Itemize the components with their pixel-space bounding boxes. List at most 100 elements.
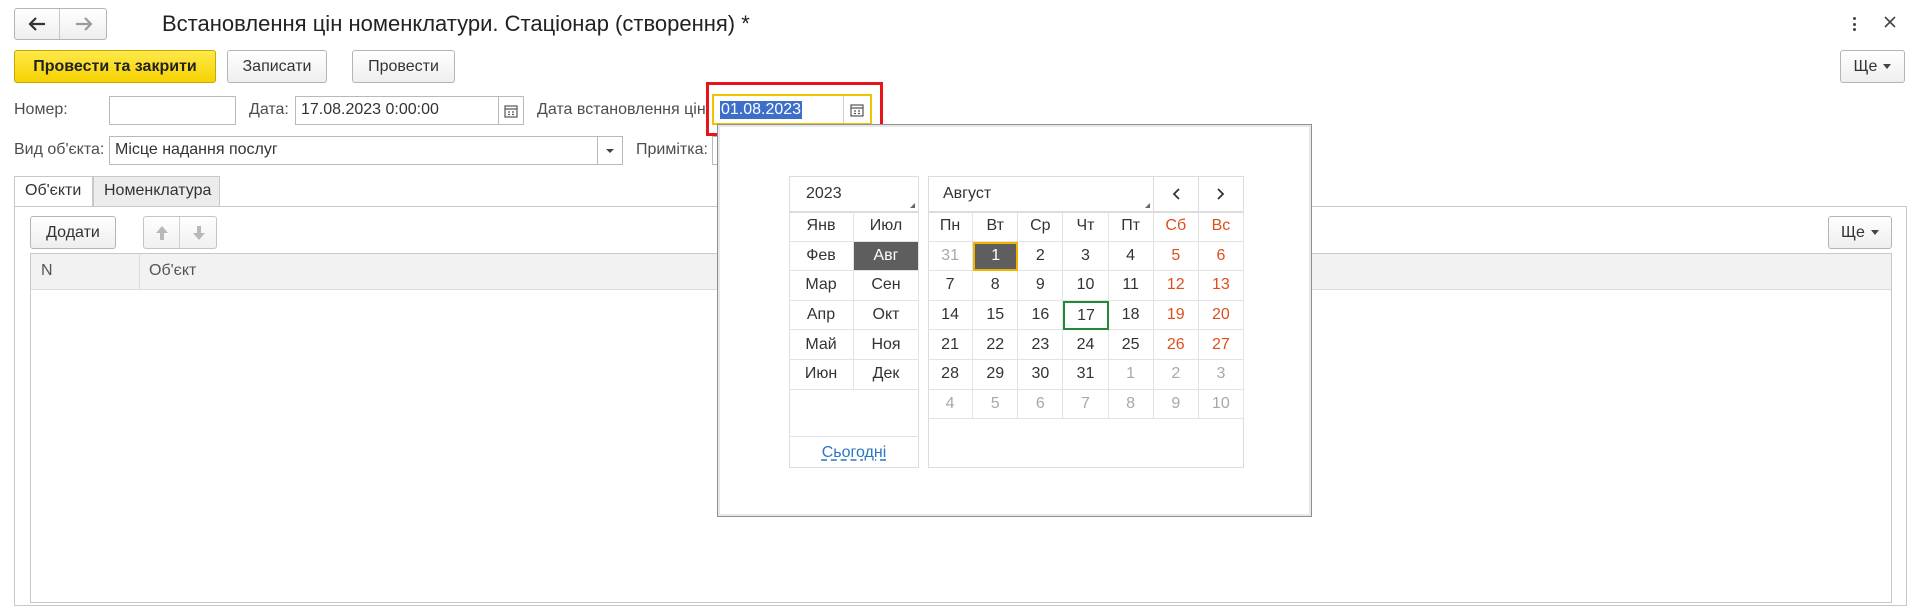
more-label: Ще (1841, 223, 1865, 241)
arrow-up-icon (155, 225, 168, 240)
post-and-close-button[interactable]: Провести та закрити (14, 50, 216, 83)
day-cell[interactable]: 1 (1108, 360, 1154, 390)
day-cell[interactable]: 26 (1153, 330, 1199, 360)
number-label: Номер: (14, 101, 68, 118)
number-field[interactable] (109, 96, 236, 125)
day-cell[interactable]: 27 (1198, 330, 1244, 360)
date-calendar-button[interactable] (498, 96, 524, 125)
month-item[interactable]: Май (789, 330, 854, 360)
day-cell[interactable]: 6 (1018, 389, 1064, 420)
day-cell[interactable]: 13 (1198, 271, 1244, 301)
month-item[interactable]: Мар (789, 271, 854, 301)
kebab-icon[interactable] (1850, 14, 1858, 34)
day-cell[interactable]: 20 (1198, 300, 1244, 331)
object-type-dropdown-button[interactable] (597, 136, 623, 165)
day-cell[interactable]: 8 (1108, 389, 1154, 420)
today-link[interactable]: Сьогодні (789, 436, 919, 468)
year-value: 2023 (806, 185, 842, 202)
date-label: Дата: (249, 101, 289, 118)
calendar-popup: 2023 Сьогодні Август Янв Фев Мар Апр Май Июн И… (717, 124, 1312, 517)
day-cell[interactable]: 5 (973, 389, 1019, 420)
day-cell[interactable]: 9 (1018, 271, 1064, 301)
day-cell[interactable]: 22 (973, 330, 1019, 360)
day-cell[interactable]: 14 (928, 300, 974, 331)
day-cell[interactable]: 30 (1018, 360, 1064, 390)
more-button-table[interactable]: Ще (1828, 216, 1892, 249)
arrow-right-icon (75, 17, 93, 31)
month-item[interactable]: Окт (854, 300, 919, 331)
month-item[interactable]: Ноя (854, 330, 919, 360)
weekday-label: Ср (1018, 212, 1064, 242)
day-cell[interactable]: 31 (928, 241, 974, 272)
day-cell[interactable]: 19 (1153, 300, 1199, 331)
column-header-object[interactable]: Об'єкт (149, 262, 196, 280)
day-cell[interactable]: 9 (1153, 389, 1199, 420)
note-label: Примітка: (636, 141, 708, 158)
tab-objects[interactable]: Об'єкти (14, 176, 93, 207)
chevron-down-icon (1883, 64, 1892, 69)
day-cell[interactable]: 6 (1198, 241, 1244, 272)
tab-nomenclature[interactable]: Номенклатура (93, 176, 220, 206)
month-item[interactable]: Дек (854, 360, 919, 390)
day-cell[interactable]: 2 (1153, 360, 1199, 390)
close-icon[interactable] (1880, 12, 1900, 32)
day-cell[interactable]: 5 (1153, 241, 1199, 272)
column-header-n[interactable]: N (41, 262, 53, 280)
month-item[interactable]: Апр (789, 300, 854, 331)
month-item[interactable]: Июл (854, 212, 919, 242)
month-item[interactable]: Фев (789, 241, 854, 272)
save-button[interactable]: Записати (227, 50, 327, 83)
weekday-label: Пн (928, 212, 974, 242)
day-cell[interactable]: 2 (1018, 241, 1064, 272)
day-cell[interactable]: 7 (928, 271, 974, 301)
day-cell[interactable]: 10 (1063, 271, 1109, 301)
forward-button[interactable] (61, 9, 106, 39)
day-cell[interactable]: 12 (1153, 271, 1199, 301)
day-cell[interactable]: 15 (973, 300, 1019, 331)
price-date-label: Дата встановлення цін: (537, 101, 705, 118)
day-cell-today[interactable]: 17 (1063, 300, 1109, 331)
day-cell[interactable]: 4 (928, 389, 974, 420)
month-item[interactable]: Сен (854, 271, 919, 301)
day-cell[interactable]: 28 (928, 360, 974, 390)
day-cell[interactable]: 3 (1198, 360, 1244, 390)
month-item-selected[interactable]: Авг (854, 241, 919, 272)
day-cell[interactable]: 4 (1108, 241, 1154, 272)
day-cell[interactable]: 25 (1108, 330, 1154, 360)
move-down-button[interactable] (181, 217, 216, 248)
day-cell[interactable]: 16 (1018, 300, 1064, 331)
day-cell[interactable]: 21 (928, 330, 974, 360)
move-up-button[interactable] (144, 217, 180, 248)
day-cell[interactable]: 11 (1108, 271, 1154, 301)
object-type-field[interactable]: Місце надання послуг (109, 136, 598, 165)
day-cell[interactable]: 7 (1063, 389, 1109, 420)
month-selector[interactable]: Август (928, 176, 1154, 212)
chevron-down-icon (606, 148, 614, 153)
day-cell[interactable]: 8 (973, 271, 1019, 301)
more-button-top[interactable]: Ще (1840, 50, 1905, 83)
year-selector[interactable]: 2023 (789, 176, 919, 212)
prev-month-button[interactable] (1154, 176, 1199, 212)
month-item[interactable]: Янв (789, 212, 854, 242)
window-title: Встановлення цін номенклатури. Стаціонар… (162, 11, 750, 36)
day-cell[interactable]: 10 (1198, 389, 1244, 420)
add-button[interactable]: Додати (30, 216, 116, 249)
day-cell[interactable]: 18 (1108, 300, 1154, 331)
day-cell[interactable]: 24 (1063, 330, 1109, 360)
corner-mark-icon (910, 203, 915, 208)
arrow-left-icon (28, 17, 45, 31)
corner-mark-icon (1145, 203, 1150, 208)
day-cell[interactable]: 29 (973, 360, 1019, 390)
back-button[interactable] (15, 9, 60, 39)
date-field[interactable]: 17.08.2023 0:00:00 (295, 96, 499, 125)
day-cell[interactable]: 23 (1018, 330, 1064, 360)
day-cell[interactable]: 31 (1063, 360, 1109, 390)
arrow-down-icon (192, 225, 205, 240)
month-item[interactable]: Июн (789, 360, 854, 390)
next-month-button[interactable] (1199, 176, 1244, 212)
month-value: Август (943, 185, 992, 202)
column-divider (139, 254, 140, 290)
day-cell[interactable]: 3 (1063, 241, 1109, 272)
day-cell-selected[interactable]: 1 (973, 241, 1019, 272)
post-button[interactable]: Провести (352, 50, 455, 83)
